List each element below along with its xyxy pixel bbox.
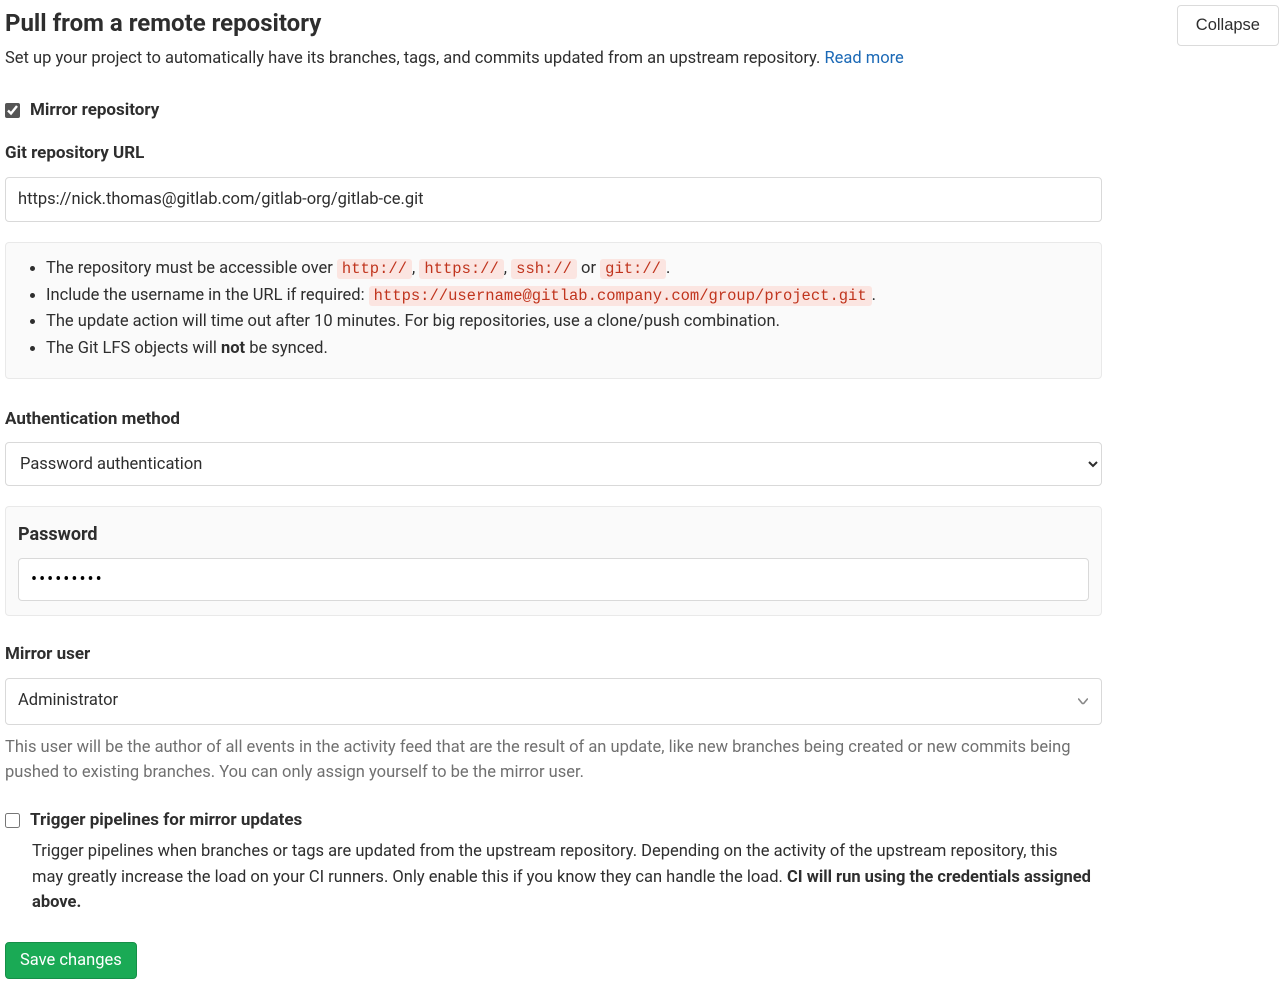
auth-method-select[interactable]: Password authentication [5,442,1102,486]
mirror-user-select[interactable]: Administrator [5,678,1102,725]
collapse-button[interactable]: Collapse [1177,5,1279,46]
mirror-user-help: This user will be the author of all even… [5,735,1102,786]
git-url-label: Git repository URL [5,141,1279,167]
code-https: https:// [419,259,503,279]
info-bullet-protocols: The repository must be accessible over h… [46,257,1083,282]
git-url-input[interactable] [5,177,1102,222]
code-http: http:// [337,259,412,279]
code-example-url: https://username@gitlab.company.com/grou… [369,286,872,306]
auth-method-label: Authentication method [5,407,1279,433]
info-bullet-lfs: The Git LFS objects will not be synced. [46,337,1083,362]
save-changes-button[interactable]: Save changes [5,942,137,979]
trigger-pipelines-checkbox[interactable] [5,813,20,828]
mirror-user-selected-value: Administrator [18,689,118,714]
code-git: git:// [600,259,666,279]
mirror-user-label: Mirror user [5,642,1279,668]
password-panel: Password [5,506,1102,616]
page-description: Set up your project to automatically hav… [5,47,904,72]
url-info-box: The repository must be accessible over h… [5,242,1102,379]
code-ssh: ssh:// [511,259,577,279]
trigger-pipelines-description: Trigger pipelines when branches or tags … [32,839,1092,916]
info-bullet-username: Include the username in the URL if requi… [46,284,1083,309]
mirror-repository-label: Mirror repository [30,98,159,124]
trigger-pipelines-label: Trigger pipelines for mirror updates [30,808,302,834]
read-more-link[interactable]: Read more [824,49,903,68]
password-input[interactable] [18,558,1089,601]
page-description-text: Set up your project to automatically hav… [5,49,824,68]
password-label: Password [18,521,1089,548]
info-bullet-timeout: The update action will time out after 10… [46,310,1083,335]
page-title: Pull from a remote repository [5,5,904,41]
mirror-repository-checkbox[interactable] [5,103,20,118]
